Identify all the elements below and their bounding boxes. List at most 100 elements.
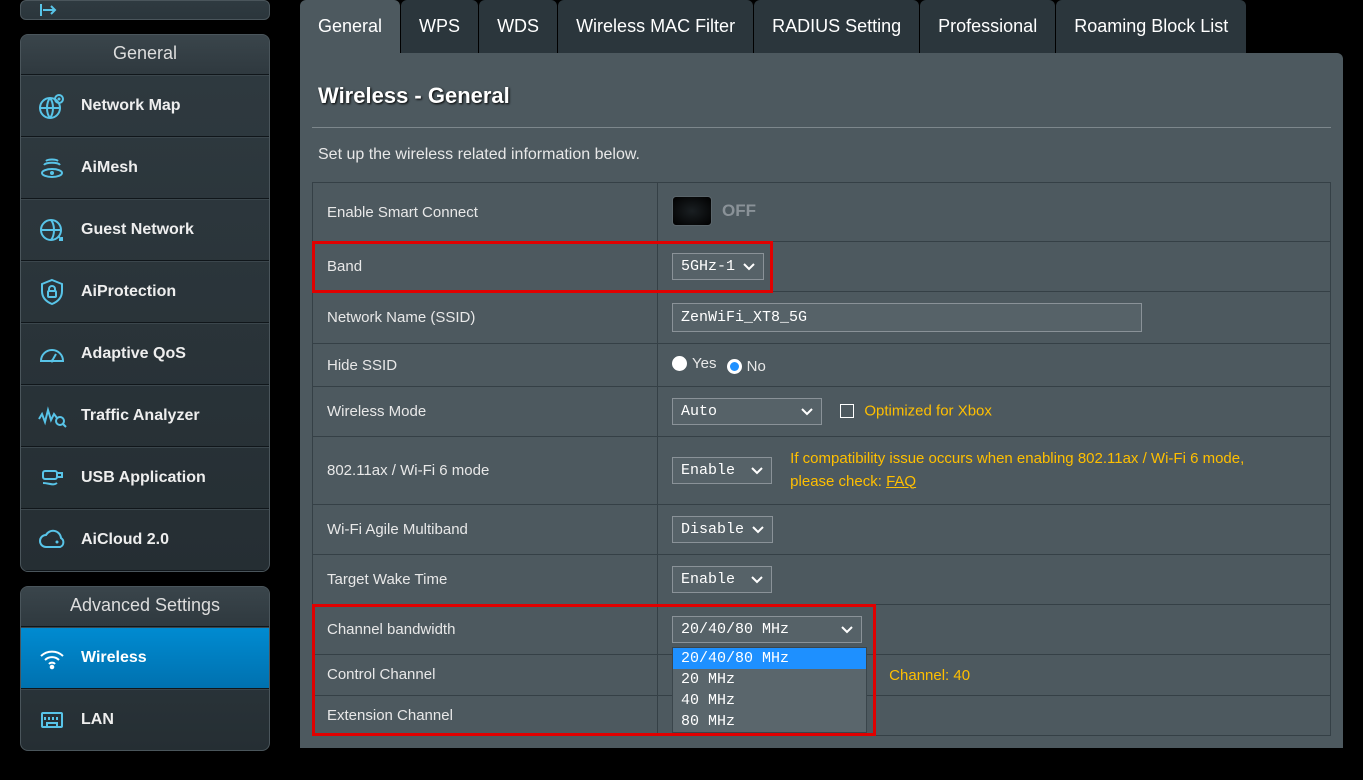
dropdown-option[interactable]: 20 MHz [673,669,866,690]
wave-magnify-icon [37,401,67,431]
sidebar-item-network-map[interactable]: Network Map [21,75,269,137]
label-band: Band [313,242,658,292]
link-faq[interactable]: FAQ [886,473,916,490]
label-hide-ssid: Hide SSID [313,344,658,387]
sidebar-item-truncated[interactable] [20,0,270,20]
sidebar-item-label: AiMesh [81,159,138,177]
tab-general[interactable]: General [300,0,400,53]
chevron-down-icon [801,406,813,418]
select-agile[interactable]: Disable [672,516,773,543]
main-content: General WPS WDS Wireless MAC Filter RADI… [280,0,1363,780]
dropdown-option[interactable]: 80 MHz [673,711,866,732]
sidebar-item-label: Wireless [81,649,147,667]
dropdown-option[interactable]: 40 MHz [673,690,866,711]
sidebar-item-label: Guest Network [81,221,194,239]
label-cbw: Channel bandwidth [313,605,658,655]
tab-mac-filter[interactable]: Wireless MAC Filter [558,0,753,53]
select-twt[interactable]: Enable [672,566,772,593]
sidebar-item-aicloud[interactable]: AiCloud 2.0 [21,509,269,571]
row-channel-bandwidth: Channel bandwidth 20/40/80 MHz 20/40/80 … [313,605,1331,655]
chevron-down-icon [743,261,755,273]
row-ax-mode: 802.11ax / Wi-Fi 6 mode Enable If compat… [313,437,1331,505]
sidebar-general-header: General [21,35,269,75]
sidebar-item-label: LAN [81,711,114,729]
sidebar-item-aimesh[interactable]: AiMesh [21,137,269,199]
select-value: Disable [681,521,744,538]
panel-title: Wireless - General [312,75,1331,128]
sidebar-advanced-group: Advanced Settings Wireless LAN [20,586,270,751]
select-wireless-mode[interactable]: Auto [672,398,822,425]
hint-ax-mode: If compatibility issue occurs when enabl… [790,448,1290,493]
chevron-down-icon [841,624,853,636]
sidebar-item-label: AiProtection [81,283,176,301]
panel-description: Set up the wireless related information … [312,146,1331,182]
sidebar-item-traffic-analyzer[interactable]: Traffic Analyzer [21,385,269,447]
label-twt: Target Wake Time [313,555,658,605]
row-smart-connect: Enable Smart Connect OFF [313,183,1331,242]
wifi-icon [37,643,67,673]
select-band[interactable]: 5GHz-1 [672,253,764,280]
toggle-state: OFF [722,201,756,221]
sidebar-item-label: Adaptive QoS [81,345,186,363]
radio-hide-ssid-yes[interactable]: Yes [672,355,716,372]
tab-wds[interactable]: WDS [479,0,557,53]
select-ax-mode[interactable]: Enable [672,457,772,484]
current-channel: Channel: 40 [889,667,970,684]
label-ssid: Network Name (SSID) [313,292,658,344]
sidebar-advanced-header: Advanced Settings [21,587,269,627]
cloud-icon [37,525,67,555]
label-smart-connect: Enable Smart Connect [313,183,658,242]
input-ssid[interactable] [672,303,1142,332]
label-control-channel: Control Channel [313,655,658,696]
sidebar-item-label: USB Application [81,469,206,487]
sidebar-item-lan[interactable]: LAN [21,689,269,750]
row-ssid: Network Name (SSID) [313,292,1331,344]
checkbox-xbox[interactable] [840,404,854,418]
row-wireless-mode: Wireless Mode Auto Optimized for Xbox [313,387,1331,437]
select-channel-bandwidth[interactable]: 20/40/80 MHz [672,616,862,643]
select-value: 5GHz-1 [681,258,735,275]
usb-icon [37,463,67,493]
row-hide-ssid: Hide SSID Yes No [313,344,1331,387]
label-extension-channel: Extension Channel [313,695,658,735]
tab-professional[interactable]: Professional [920,0,1055,53]
sidebar-item-label: Traffic Analyzer [81,407,200,425]
globe-arrows-icon [37,215,67,245]
toggle-smart-connect[interactable]: OFF [672,194,756,228]
sidebar-general-group: General Network Map AiMesh Guest Network… [20,34,270,572]
settings-table: Enable Smart Connect OFF Band 5GHz-1 [312,182,1331,736]
toggle-knob [672,196,712,226]
chevron-down-icon [752,524,764,536]
label-xbox: Optimized for Xbox [864,403,992,420]
label-ax-mode: 802.11ax / Wi-Fi 6 mode [313,437,658,505]
row-target-wake-time: Target Wake Time Enable [313,555,1331,605]
sidebar-item-guest-network[interactable]: Guest Network [21,199,269,261]
gauge-icon [37,339,67,369]
sidebar: General Network Map AiMesh Guest Network… [20,0,280,780]
chevron-down-icon [751,574,763,586]
label-agile: Wi-Fi Agile Multiband [313,505,658,555]
select-value: Auto [681,403,717,420]
row-band: Band 5GHz-1 [313,242,1331,292]
globe-pin-icon [37,91,67,121]
setup-icon [39,2,63,18]
sidebar-item-label: AiCloud 2.0 [81,531,169,549]
tab-roaming-block[interactable]: Roaming Block List [1056,0,1246,53]
sidebar-item-usb-application[interactable]: USB Application [21,447,269,509]
dropdown-option[interactable]: 20/40/80 MHz [673,648,866,669]
select-value: 20/40/80 MHz [681,621,789,638]
dropdown-channel-bandwidth[interactable]: 20/40/80 MHz 20 MHz 40 MHz 80 MHz [672,647,867,733]
lan-port-icon [37,705,67,735]
sidebar-item-label: Network Map [81,97,181,115]
radio-hide-ssid-no[interactable]: No [727,358,766,375]
sidebar-item-aiprotection[interactable]: AiProtection [21,261,269,323]
tab-radius[interactable]: RADIUS Setting [754,0,919,53]
tab-wps[interactable]: WPS [401,0,478,53]
sidebar-item-wireless[interactable]: Wireless [21,627,269,689]
mesh-icon [37,153,67,183]
select-value: Enable [681,571,735,588]
tab-bar: General WPS WDS Wireless MAC Filter RADI… [300,0,1343,53]
row-agile-multiband: Wi-Fi Agile Multiband Disable [313,505,1331,555]
shield-lock-icon [37,277,67,307]
sidebar-item-adaptive-qos[interactable]: Adaptive QoS [21,323,269,385]
